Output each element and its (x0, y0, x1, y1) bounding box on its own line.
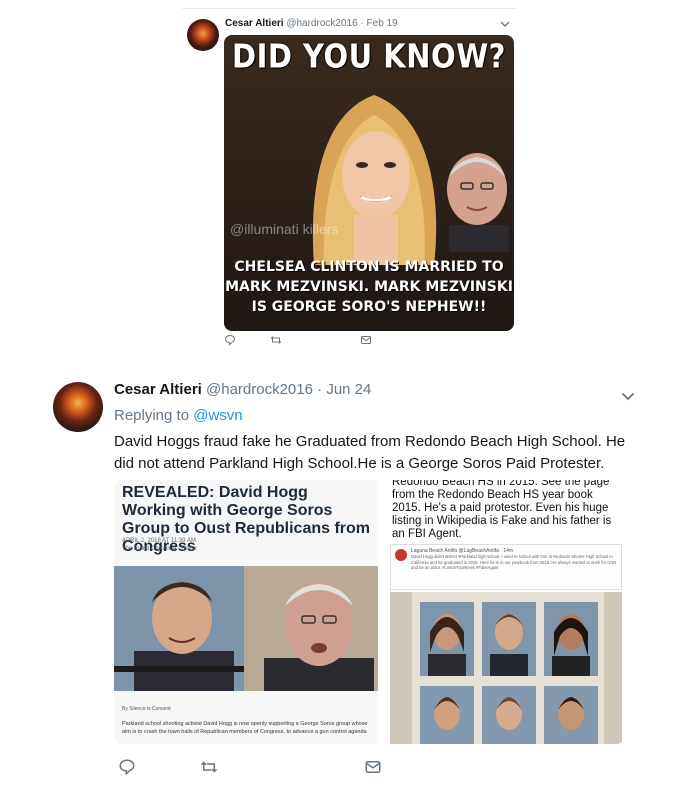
retweet-icon[interactable] (270, 334, 282, 346)
author-handle[interactable]: @hardrock2016 (206, 381, 313, 398)
avatar[interactable] (187, 19, 219, 51)
chevron-down-icon[interactable] (620, 388, 636, 404)
embedded-tweet-card: Laguna Beach Antifa @LagBeachAntifa · 14… (390, 544, 622, 590)
card-body: David Hogg didn't attend #Parkland high … (411, 554, 617, 571)
image-caption: CHELSEA CLINTON IS MARRIED TO MARK MEZVI… (224, 257, 514, 317)
author-name[interactable]: Cesar Altieri (225, 18, 284, 29)
caption-line: CHELSEA CLINTON IS MARRIED TO (234, 259, 504, 275)
yearbook-image[interactable]: Redondo Beach HS in 2015. See the page f… (384, 480, 626, 744)
tweet-actions (224, 334, 444, 348)
tweet-actions (114, 758, 394, 778)
tweet-image[interactable]: DID YOU KNOW? @illuminati killers CHELSE… (224, 35, 514, 331)
tweet-1: Cesar Altieri @hardrock2016 · Feb 19 DID… (182, 8, 517, 352)
tweet-2: Cesar Altieri @hardrock2016 · Jun 24 Rep… (48, 378, 648, 778)
tweet-header: Cesar Altieri @hardrock2016 · Feb 19 (225, 18, 398, 29)
replying-to-link[interactable]: @wsvn (193, 407, 242, 424)
article-source: The Event Chronicle / Editor (122, 546, 198, 552)
reply-icon[interactable] (118, 758, 136, 776)
image-text: Redondo Beach HS in 2015. See the page f… (392, 480, 612, 540)
antifa-avatar-icon (395, 549, 407, 561)
tweet-date[interactable]: Feb 19 (367, 18, 398, 29)
article-body: Parkland school shooting activist David … (122, 721, 368, 735)
yearbook-grid (390, 592, 622, 744)
message-icon[interactable] (364, 758, 382, 776)
article-byline: By Silence is Consent (122, 706, 171, 712)
article-image[interactable]: REVEALED: David Hogg Working with George… (114, 480, 378, 744)
tweet-header: Cesar Altieri @hardrock2016 · Jun 24 (114, 381, 371, 398)
reply-icon[interactable] (224, 334, 236, 346)
yearbook-photo (390, 592, 622, 744)
tweet-text: David Hoggs fraud fake he Graduated from… (114, 433, 626, 472)
separator: · (317, 381, 323, 398)
separator: · (360, 18, 364, 29)
image-watermark: @illuminati killers (230, 221, 339, 237)
replying-to: Replying to @wsvn (114, 407, 243, 424)
divider (182, 8, 517, 9)
tweet-media[interactable]: REVEALED: David Hogg Working with George… (114, 480, 626, 744)
article-date: APRIL 2, 2018 AT 11:39 AM (122, 538, 196, 544)
retweet-icon[interactable] (200, 758, 218, 776)
caption-line: MARK MEZVINSKI. MARK MEZVINSKI (225, 279, 513, 295)
message-icon[interactable] (360, 334, 372, 346)
tweet-date[interactable]: Jun 24 (326, 381, 371, 398)
author-handle[interactable]: @hardrock2016 (286, 18, 357, 29)
author-name[interactable]: Cesar Altieri (114, 381, 202, 398)
replying-prefix: Replying to (114, 407, 190, 424)
article-photo (114, 566, 378, 691)
avatar[interactable] (53, 382, 103, 432)
man-photo (447, 153, 509, 252)
chevron-down-icon[interactable] (499, 18, 511, 30)
caption-line: IS GEORGE SORO'S NEPHEW!! (251, 299, 487, 315)
image-headline: DID YOU KNOW? (232, 36, 506, 76)
